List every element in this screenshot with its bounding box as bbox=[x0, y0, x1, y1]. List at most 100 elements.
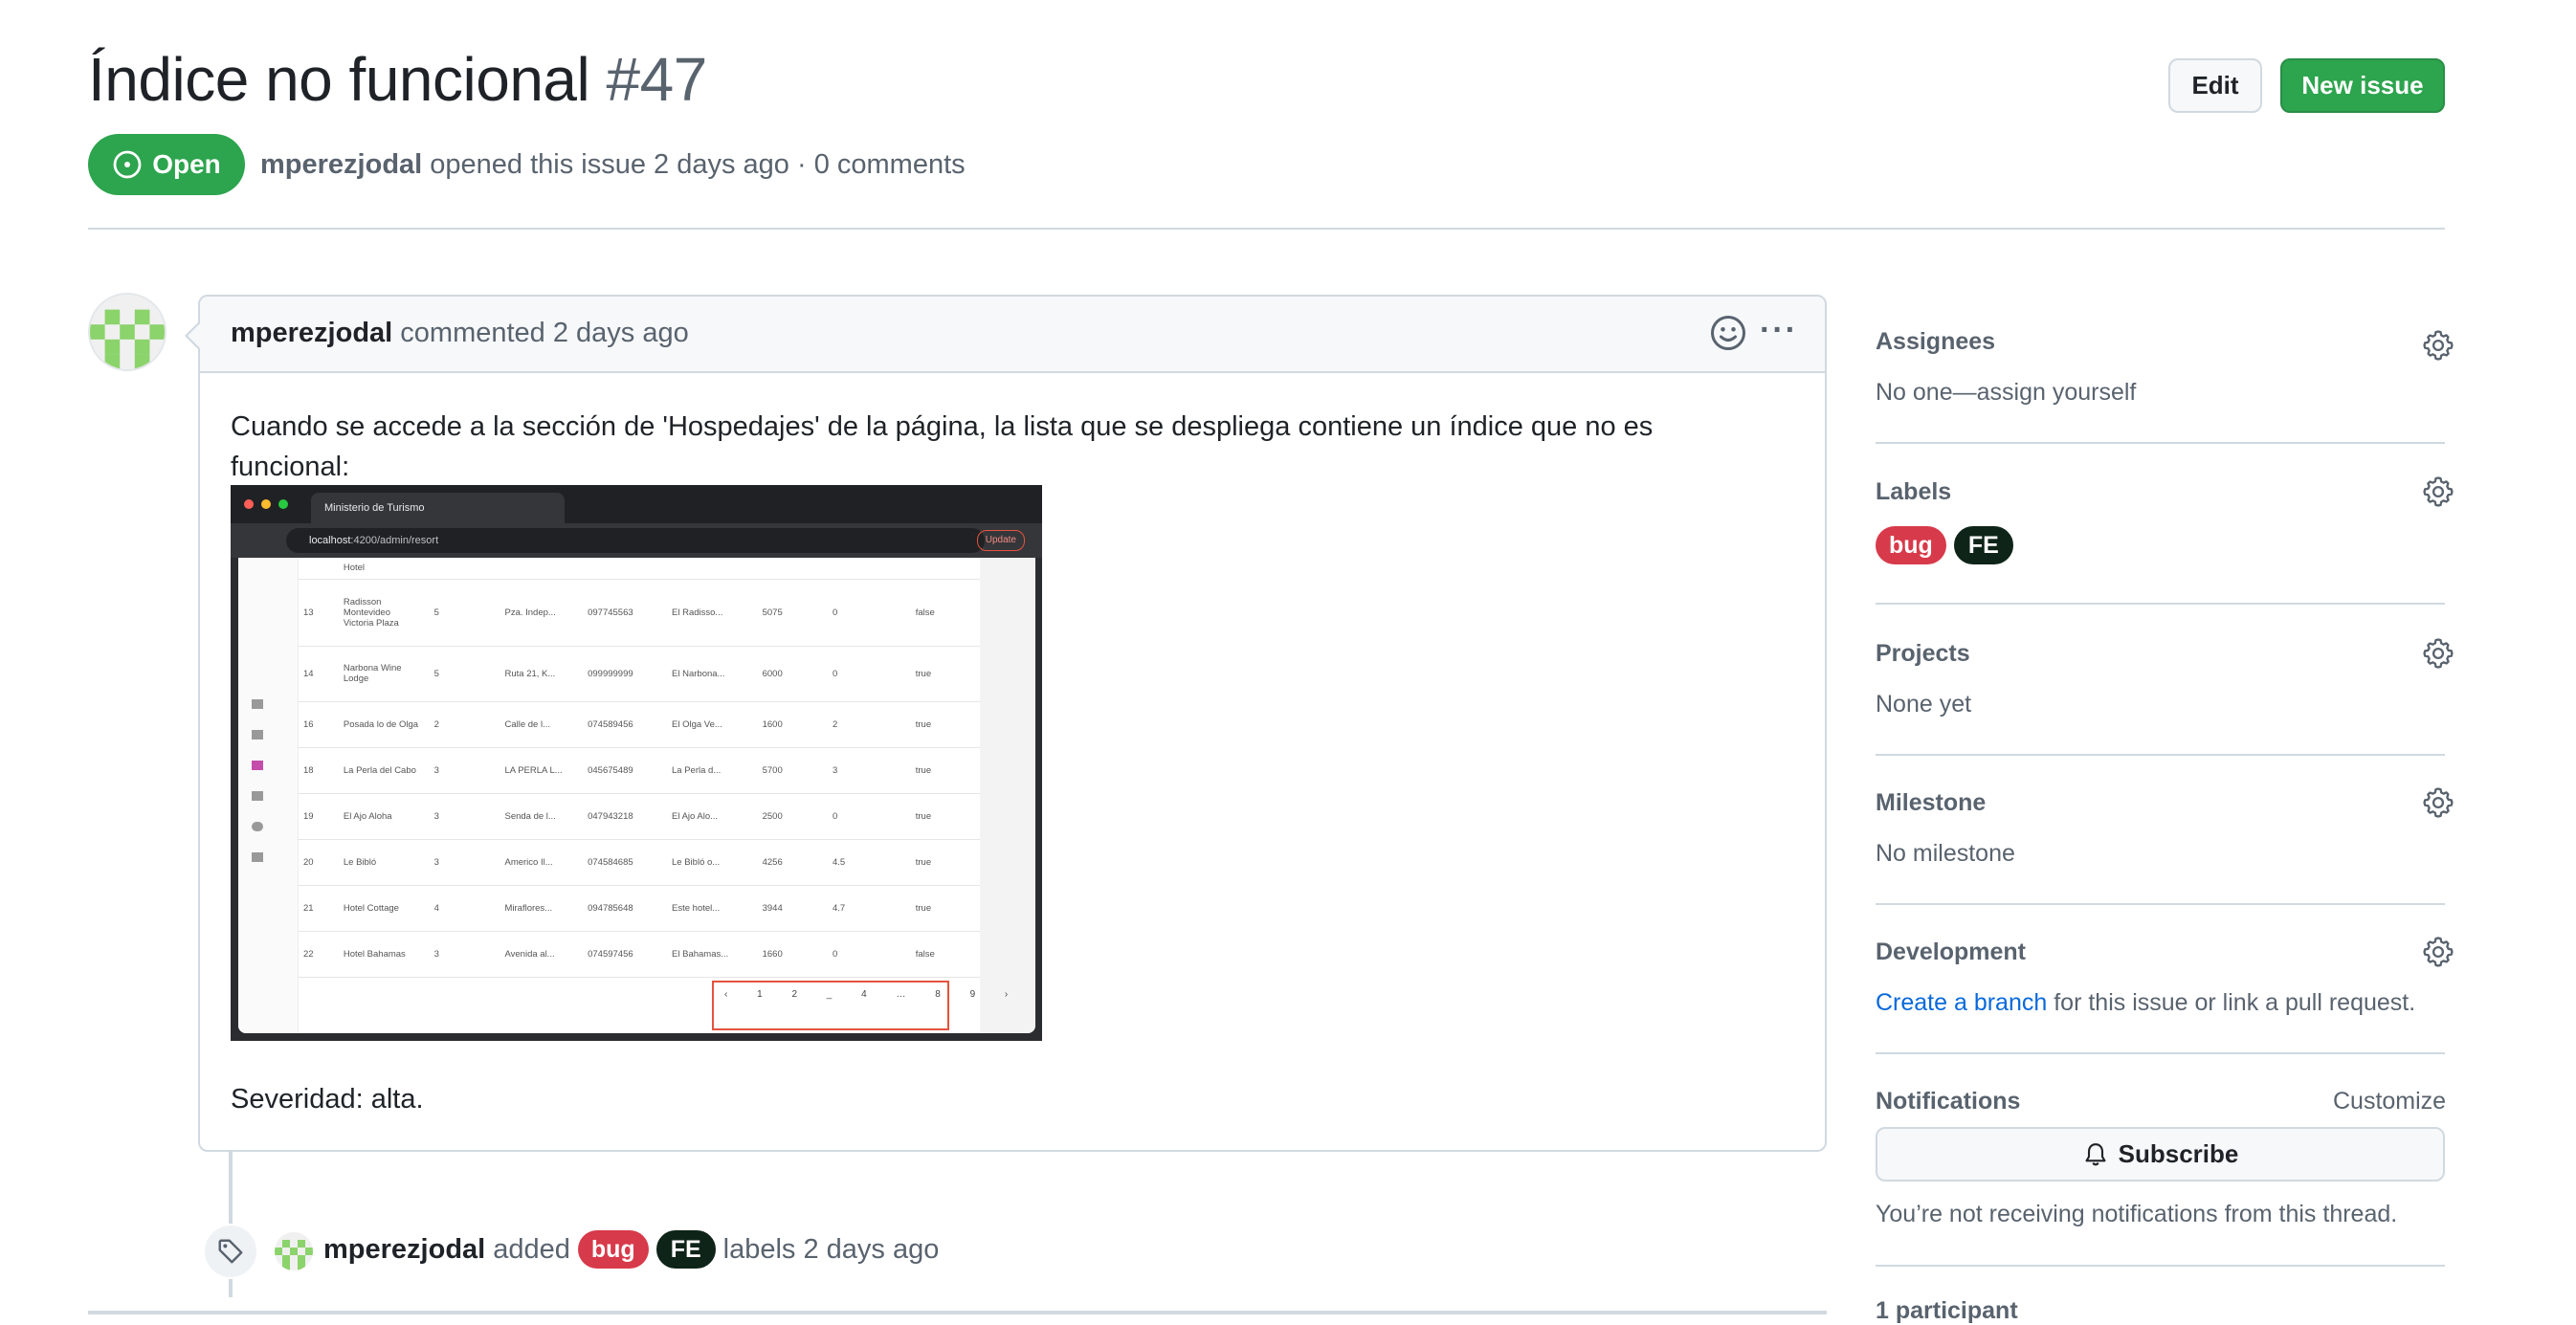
kebab-menu-icon[interactable]: ··· bbox=[1760, 312, 1798, 349]
assignees-title[interactable]: Assignees bbox=[1876, 328, 1995, 356]
screenshot-table-cell: 097745563 bbox=[582, 579, 667, 647]
screenshot-table-cell: 16 bbox=[298, 701, 338, 748]
screenshot-table-cell: 4256 bbox=[756, 839, 827, 886]
screenshot-table-cell: Radisson Montevideo Victoria Plaza bbox=[337, 579, 429, 647]
notifications-note: You’re not receiving notifications from … bbox=[1876, 1201, 2398, 1227]
screenshot-table-cell: 4 bbox=[428, 885, 500, 932]
gear-icon[interactable] bbox=[2422, 637, 2454, 670]
gear-icon[interactable] bbox=[2422, 475, 2454, 508]
identicon bbox=[90, 295, 165, 369]
sidebar-divider bbox=[1876, 1052, 2445, 1054]
screenshot-table-cell: 4.7 bbox=[826, 885, 910, 932]
screenshot-table-cell: 1600 bbox=[756, 701, 827, 748]
screenshot-table-cell: 18 bbox=[298, 747, 338, 794]
milestone-title[interactable]: Milestone bbox=[1876, 789, 1986, 817]
new-issue-button[interactable]: New issue bbox=[2280, 58, 2445, 113]
screenshot-table-cell: Le Bibló bbox=[337, 839, 429, 886]
browser-update-badge: Update bbox=[976, 530, 1025, 551]
label-bug[interactable]: bug bbox=[1876, 526, 1946, 564]
comment-header: mperezjodal commented 2 days ago ··· bbox=[200, 297, 1825, 373]
screenshot-table-cell: 5 bbox=[428, 579, 500, 647]
screenshot-table-cell: 21 bbox=[298, 885, 338, 932]
screenshot-table-cell: 094785648 bbox=[582, 885, 667, 932]
smiley-icon[interactable] bbox=[1709, 314, 1747, 352]
embedded-screenshot[interactable]: Ministerio de Turismo localhost:4200/adm… bbox=[231, 485, 1042, 1041]
screenshot-table-cell bbox=[428, 558, 500, 580]
comment-action[interactable]: commented 2 days ago bbox=[400, 318, 688, 348]
screenshot-table-cell: 3 bbox=[428, 747, 500, 794]
screenshot-table-cell: 22 bbox=[298, 931, 338, 978]
issue-meta: mperezjodal opened this issue 2 days ago… bbox=[260, 149, 966, 181]
screenshot-table-cell: La Perla del Cabo bbox=[337, 747, 429, 794]
screenshot-table-cell: El Bahamas... bbox=[666, 931, 757, 978]
development-title[interactable]: Development bbox=[1876, 939, 2026, 966]
gear-icon[interactable] bbox=[2422, 329, 2454, 362]
screenshot-table-cell: 3 bbox=[428, 931, 500, 978]
label-bug[interactable]: bug bbox=[577, 1230, 649, 1269]
screenshot-table-cell: Este hotel... bbox=[666, 885, 757, 932]
label-fe[interactable]: FE bbox=[1953, 526, 2013, 564]
screenshot-table-cell: 074597456 bbox=[582, 931, 667, 978]
timeline-labels-text[interactable]: labels 2 days ago bbox=[723, 1234, 940, 1266]
severity-text: Severidad: alta. bbox=[231, 1084, 424, 1115]
screenshot-sidebar bbox=[238, 558, 299, 1033]
projects-value: None yet bbox=[1876, 691, 1972, 718]
issue-opened-icon bbox=[113, 150, 142, 179]
issue-author-link[interactable]: mperezjodal bbox=[260, 149, 422, 180]
sidebar-divider bbox=[1876, 903, 2445, 905]
screenshot-table-row: 16 Posada lo de Olga 2 Calle de l... 0745894… bbox=[298, 701, 980, 748]
status-badge: Open bbox=[88, 134, 245, 195]
screenshot-table-cell: Le Bibló o... bbox=[666, 839, 757, 886]
screenshot-table-cell: 2500 bbox=[756, 793, 827, 840]
screenshot-table-cell: true bbox=[909, 646, 980, 702]
browser-url: localhost:4200/admin/resort bbox=[286, 528, 985, 553]
identicon-small bbox=[275, 1232, 313, 1270]
screenshot-table-cell: El Olga Ve... bbox=[666, 701, 757, 748]
screenshot-table-cell: 099999999 bbox=[582, 646, 667, 702]
screenshot-table-cell: 5700 bbox=[756, 747, 827, 794]
screenshot-table-cell: 045675489 bbox=[582, 747, 667, 794]
header-divider bbox=[88, 228, 2445, 230]
screenshot-table-cell: 14 bbox=[298, 646, 338, 702]
screenshot-table-cell: 19 bbox=[298, 793, 338, 840]
screenshot-table-cell: 6000 bbox=[756, 646, 827, 702]
screenshot-table-cell: 3 bbox=[826, 747, 910, 794]
screenshot-page: Hotel 13 Radisson Montevideo Victoria Plaz… bbox=[238, 558, 1035, 1033]
create-branch-link[interactable]: Create a branch bbox=[1876, 989, 2047, 1016]
screenshot-table-cell: 0 bbox=[826, 646, 910, 702]
screenshot-table-row: 22 Hotel Bahamas 3 Avenida al... 074597456 El… bbox=[298, 931, 980, 978]
screenshot-table-cell: Calle de l... bbox=[499, 701, 583, 748]
screenshot-table-cell: Avenida al... bbox=[499, 931, 583, 978]
tag-icon bbox=[218, 1239, 243, 1264]
screenshot-table-cell: Pza. Indep... bbox=[499, 579, 583, 647]
avatar[interactable] bbox=[88, 293, 167, 371]
screenshot-table-row: 21 Hotel Cottage 4 Miraflores... 094785648 Es… bbox=[298, 885, 980, 932]
gear-icon[interactable] bbox=[2422, 786, 2454, 819]
browser-tabbar: Ministerio de Turismo bbox=[231, 485, 1042, 523]
gear-icon[interactable] bbox=[2422, 936, 2454, 968]
comment-pointer-fill bbox=[188, 323, 200, 348]
customize-link[interactable]: Customize bbox=[2333, 1088, 2446, 1115]
screenshot-table-cell: true bbox=[909, 793, 980, 840]
comment-author-link[interactable]: mperezjodal bbox=[231, 318, 392, 348]
projects-title[interactable]: Projects bbox=[1876, 640, 1970, 668]
highlight-box bbox=[712, 981, 949, 1030]
screenshot-table-cell: 2 bbox=[428, 701, 500, 748]
screenshot-table-cell: El Narbona... bbox=[666, 646, 757, 702]
timeline-author-link[interactable]: mperezjodal bbox=[323, 1234, 485, 1266]
screenshot-table-cell: 3 bbox=[428, 839, 500, 886]
edit-button[interactable]: Edit bbox=[2168, 58, 2262, 113]
label-fe[interactable]: FE bbox=[655, 1230, 716, 1269]
labels-title[interactable]: Labels bbox=[1876, 478, 1951, 506]
browser-urlbar: localhost:4200/admin/resort Update bbox=[231, 523, 1042, 558]
timeline-avatar[interactable] bbox=[275, 1232, 313, 1270]
screenshot-table-row: Hotel bbox=[298, 558, 980, 580]
subscribe-button[interactable]: Subscribe bbox=[1876, 1127, 2445, 1181]
assignees-value[interactable]: No one—assign yourself bbox=[1876, 379, 2136, 407]
screenshot-table-cell: true bbox=[909, 839, 980, 886]
screenshot-table-cell: 0 bbox=[826, 579, 910, 647]
timeline-badge bbox=[203, 1224, 258, 1279]
screenshot-right-gutter bbox=[980, 558, 1035, 1033]
screenshot-table: Hotel 13 Radisson Montevideo Victoria Plaz… bbox=[298, 558, 980, 978]
screenshot-table-cell: 0 bbox=[826, 931, 910, 978]
